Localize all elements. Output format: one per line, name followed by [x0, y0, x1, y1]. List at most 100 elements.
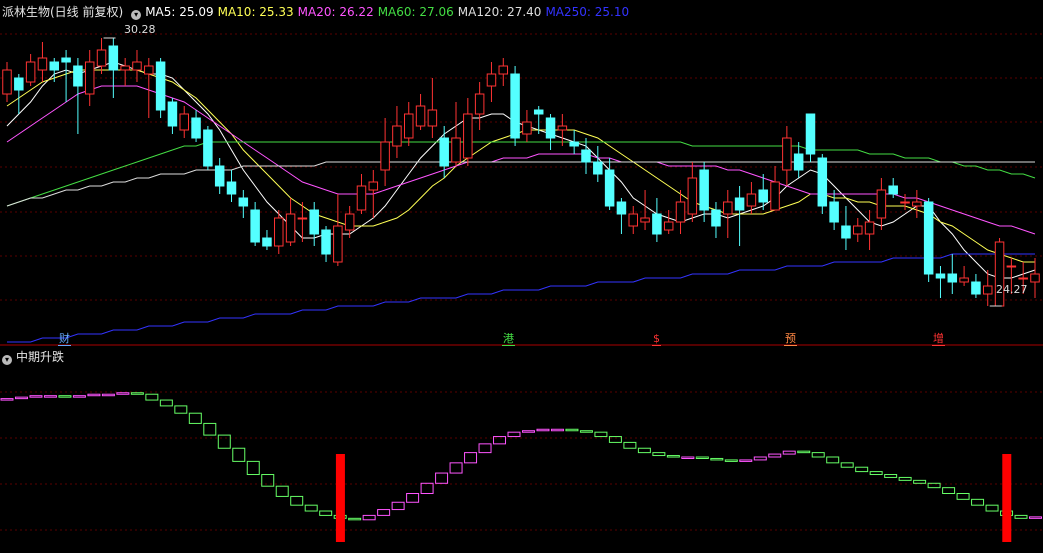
price-high-label: 30.28: [124, 23, 156, 36]
candle-body-up: [782, 137, 792, 171]
trend-step-box: [869, 471, 883, 476]
candle-body-up: [380, 141, 390, 171]
candle-body-down: [841, 225, 851, 239]
candle-body-up: [274, 217, 284, 247]
candle-body-down: [49, 61, 60, 71]
candle-body-down: [805, 113, 816, 155]
candle-body-up: [285, 213, 296, 243]
candle-body-up: [522, 121, 532, 135]
trend-step-box: [811, 452, 825, 458]
trend-step-box: [608, 436, 622, 443]
candle-body-down: [829, 201, 839, 223]
candle-body-up: [427, 109, 438, 127]
candle-body-up: [144, 65, 154, 75]
trend-step-box: [275, 485, 289, 497]
candle-body-down: [711, 209, 721, 227]
trend-step-box: [956, 493, 970, 500]
candle-body-down: [593, 161, 603, 175]
trend-step-box: [304, 504, 318, 512]
trend-step-box: [594, 431, 608, 438]
stock-chart-canvas: [0, 33, 1043, 542]
candle-body-up: [723, 201, 733, 215]
candle-body-down: [73, 65, 83, 87]
trend-step-box: [101, 393, 115, 397]
candle-body-up: [900, 201, 910, 204]
trend-step-box: [449, 462, 463, 474]
candle-body-down: [817, 157, 828, 207]
candle-body-up: [912, 201, 922, 207]
trend-step-box: [1014, 514, 1028, 519]
candle-body-down: [309, 209, 319, 235]
trend-step-box: [130, 392, 144, 395]
candle-body-up: [1018, 277, 1028, 280]
trend-step-box: [58, 395, 72, 398]
trend-step-box: [145, 393, 159, 401]
trend-step-box: [507, 431, 521, 438]
trend-step-box: [203, 422, 217, 436]
main-header: 派林生物(日线 前复权) ▾ MA5: 25.09 MA10: 25.33 MA20: …: [2, 4, 633, 20]
signal-bar: [1002, 454, 1012, 542]
event-marker-increase[interactable]: 增: [932, 332, 945, 346]
candle-body-up: [403, 113, 414, 139]
trend-step-box: [826, 456, 840, 464]
trend-step-box: [637, 447, 651, 454]
trend-step-box: [362, 514, 376, 521]
event-marker-earnings[interactable]: 财: [58, 332, 71, 346]
trend-step-box: [188, 412, 202, 424]
candle-body-up: [982, 285, 993, 295]
settings-circle-icon[interactable]: ▾: [131, 10, 142, 20]
candle-body-down: [545, 117, 556, 139]
trend-step-box: [1029, 516, 1043, 519]
candle-body-up: [415, 105, 426, 127]
trend-step-box: [623, 441, 637, 449]
chart-stage: [0, 0, 1043, 549]
candle-body-up: [25, 61, 36, 83]
ma60-label: MA60: 27.06: [377, 5, 454, 19]
sub-settings-circle-icon[interactable]: ▾: [2, 355, 12, 365]
trend-step-box: [797, 450, 811, 454]
candle-body-up: [1030, 273, 1040, 283]
candle-body-down: [203, 129, 213, 167]
candle-body-down: [616, 201, 627, 215]
candle-body-up: [368, 181, 379, 191]
ma5-label: MA5: 25.09: [145, 5, 214, 19]
trend-step-box: [782, 450, 796, 455]
event-marker-hk[interactable]: 港: [502, 332, 515, 346]
candle-body-up: [132, 61, 142, 71]
candle-body-down: [533, 109, 544, 115]
trend-step-box: [710, 457, 724, 461]
trend-step-box: [840, 462, 854, 468]
trend-step-box: [72, 395, 86, 398]
ma-line-ma250: [7, 253, 1035, 343]
trend-step-box: [420, 482, 434, 494]
candle-body-up: [498, 65, 509, 75]
candle-body-down: [439, 137, 449, 167]
candle-body-up: [84, 61, 95, 95]
trend-step-box: [942, 487, 956, 495]
trend-step-box: [0, 398, 14, 401]
candle-body-down: [569, 141, 579, 147]
candle-body-down: [923, 201, 934, 275]
ma120-label: MA120: 27.40: [457, 5, 542, 19]
candle-body-up: [96, 49, 107, 67]
stock-title: 派林生物(日线 前复权): [2, 5, 124, 19]
price-low-label: 24.27: [996, 283, 1028, 296]
trend-step-box: [884, 474, 898, 478]
trend-step-box: [464, 452, 478, 464]
trend-step-box: [652, 452, 666, 457]
candle-body-down: [191, 117, 201, 139]
trend-step-box: [43, 395, 57, 398]
ma250-label: MA250: 25.10: [545, 5, 630, 19]
candle-body-down: [947, 273, 958, 283]
candle-body-up: [675, 201, 686, 223]
event-marker-forecast[interactable]: 预: [784, 332, 797, 346]
event-marker-dividend[interactable]: $: [652, 332, 661, 346]
candle-body-up: [640, 217, 650, 223]
candle-body-up: [994, 241, 1005, 307]
candle-body-up: [853, 225, 863, 235]
trend-step-box: [348, 517, 362, 521]
trend-step-box: [14, 396, 28, 400]
candle-body-up: [2, 69, 12, 95]
ma10-label: MA10: 25.33: [217, 5, 294, 19]
candle-body-up: [356, 185, 367, 211]
